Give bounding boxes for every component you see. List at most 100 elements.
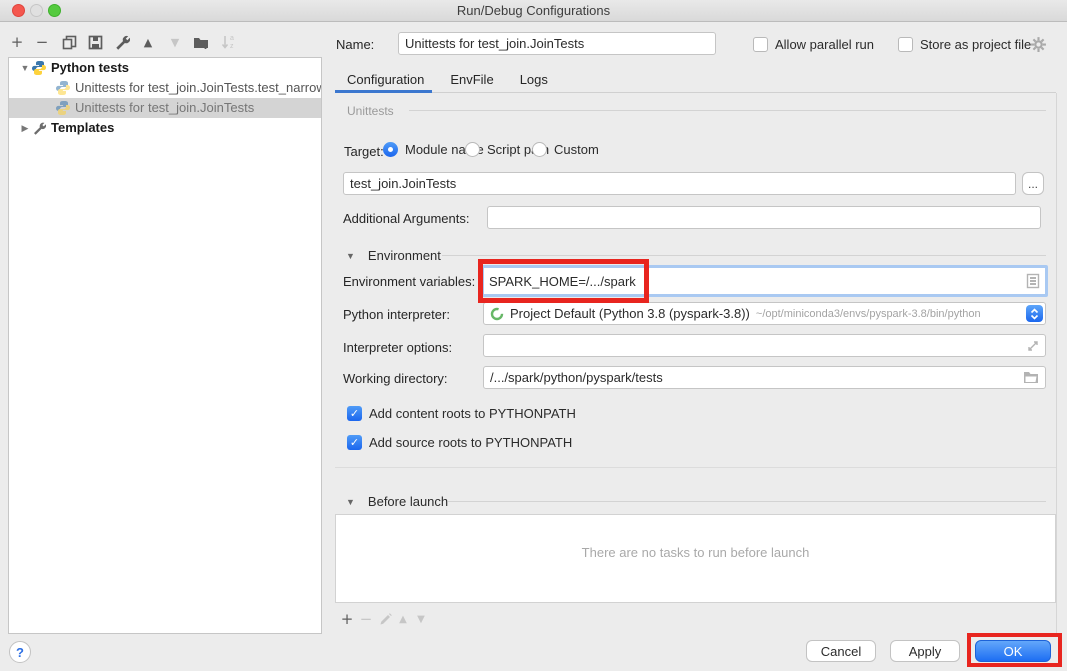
add-content-roots-checkbox[interactable]: ✓ Add content roots to PYTHONPATH bbox=[347, 406, 576, 421]
before-launch-header[interactable]: ▼ Before launch bbox=[346, 494, 448, 509]
additional-arguments-input[interactable] bbox=[487, 206, 1041, 229]
before-launch-task-list[interactable]: There are no tasks to run before launch bbox=[335, 514, 1056, 603]
working-directory-value: /.../spark/python/pyspark/tests bbox=[490, 370, 1023, 385]
environment-variables-input[interactable]: SPARK_HOME=/.../spark bbox=[481, 265, 1048, 297]
allow-parallel-run-checkbox[interactable]: Allow parallel run bbox=[753, 37, 874, 52]
minus-icon: − bbox=[360, 610, 373, 628]
store-as-project-file-checkbox[interactable]: Store as project file bbox=[898, 37, 1031, 52]
radio-icon[interactable] bbox=[383, 142, 398, 157]
browse-button[interactable]: ... bbox=[1022, 172, 1044, 195]
copy-configuration-button[interactable] bbox=[60, 33, 78, 51]
remove-configuration-button[interactable]: − bbox=[33, 33, 51, 51]
checkbox-checked-icon[interactable]: ✓ bbox=[347, 406, 362, 421]
save-icon bbox=[88, 35, 103, 50]
move-up-icon: ▲ bbox=[399, 614, 407, 625]
chevron-down-icon[interactable]: ▼ bbox=[19, 58, 31, 78]
group-divider bbox=[448, 501, 1046, 502]
tree-item-unittest-narrow[interactable]: Unittests for test_join.JoinTests.test_n… bbox=[9, 78, 321, 98]
move-up-icon: ▲ bbox=[144, 36, 152, 49]
tab-envfile[interactable]: EnvFile bbox=[438, 68, 507, 95]
before-launch-move-up-button[interactable]: ▲ bbox=[394, 610, 412, 628]
before-launch-label: Before launch bbox=[368, 494, 448, 509]
gear-icon[interactable] bbox=[1030, 36, 1047, 53]
move-down-button[interactable]: ▼ bbox=[166, 33, 184, 51]
dropdown-stepper-icon[interactable] bbox=[1026, 305, 1043, 322]
before-launch-empty-text: There are no tasks to run before launch bbox=[336, 545, 1055, 560]
before-launch-remove-button[interactable]: − bbox=[357, 610, 375, 628]
wrench-icon bbox=[31, 120, 47, 136]
tree-item-label: Templates bbox=[51, 118, 114, 138]
working-directory-label: Working directory: bbox=[343, 371, 448, 386]
before-launch-edit-button[interactable] bbox=[376, 610, 394, 628]
python-interpreter-label: Python interpreter: bbox=[343, 307, 450, 322]
interpreter-options-input[interactable] bbox=[483, 334, 1046, 357]
move-down-icon: ▼ bbox=[171, 36, 179, 49]
ok-button[interactable]: OK bbox=[975, 640, 1051, 662]
plus-icon: + bbox=[11, 33, 24, 51]
minus-icon: − bbox=[36, 33, 49, 51]
tree-item-unittest-jointests[interactable]: Unittests for test_join.JoinTests bbox=[9, 98, 321, 118]
apply-label: Apply bbox=[909, 644, 942, 659]
radio-icon[interactable] bbox=[465, 142, 480, 157]
python-icon bbox=[55, 80, 71, 96]
before-launch-add-button[interactable]: + bbox=[338, 610, 356, 628]
tree-item-templates[interactable]: ▶ Templates bbox=[9, 118, 321, 138]
radio-custom[interactable]: Custom bbox=[532, 142, 599, 157]
svg-text:z: z bbox=[230, 43, 234, 50]
save-configuration-button[interactable] bbox=[86, 33, 104, 51]
before-launch-move-down-button[interactable]: ▼ bbox=[412, 610, 430, 628]
target-input[interactable]: test_join.JoinTests bbox=[343, 172, 1016, 195]
edit-variables-icon[interactable] bbox=[1026, 273, 1040, 289]
wrench-icon bbox=[114, 34, 130, 50]
environment-variables-label: Environment variables: bbox=[343, 274, 475, 289]
ellipsis-icon: ... bbox=[1028, 177, 1038, 191]
name-label: Name: bbox=[336, 37, 374, 52]
conda-env-icon bbox=[490, 307, 504, 321]
interpreter-options-label: Interpreter options: bbox=[343, 340, 452, 355]
plus-icon: + bbox=[341, 610, 354, 628]
add-content-roots-label: Add content roots to PYTHONPATH bbox=[369, 406, 576, 421]
target-value: test_join.JoinTests bbox=[350, 176, 456, 191]
unittests-group-title: Unittests bbox=[347, 104, 394, 118]
python-icon bbox=[31, 60, 47, 76]
copy-icon bbox=[62, 35, 77, 50]
checkbox-icon[interactable] bbox=[753, 37, 768, 52]
run-debug-configurations-dialog: Run/Debug Configurations + − ▲ ▼ az ▼ Py… bbox=[0, 0, 1067, 671]
tabs-divider bbox=[335, 92, 1056, 93]
radio-custom-label: Custom bbox=[554, 142, 599, 157]
working-directory-input[interactable]: /.../spark/python/pyspark/tests bbox=[483, 366, 1046, 389]
tree-item-label: Unittests for test_join.JoinTests.test_n… bbox=[75, 78, 321, 98]
environment-group-header[interactable]: ▼ Environment bbox=[346, 248, 441, 263]
new-folder-button[interactable] bbox=[192, 33, 210, 51]
python-interpreter-select[interactable]: Project Default (Python 3.8 (pyspark-3.8… bbox=[483, 302, 1046, 325]
python-interpreter-value: Project Default (Python 3.8 (pyspark-3.8… bbox=[510, 306, 750, 321]
add-configuration-button[interactable]: + bbox=[8, 33, 26, 51]
expand-field-icon[interactable] bbox=[1027, 340, 1039, 352]
move-up-button[interactable]: ▲ bbox=[139, 33, 157, 51]
add-source-roots-checkbox[interactable]: ✓ Add source roots to PYTHONPATH bbox=[347, 435, 572, 450]
apply-button[interactable]: Apply bbox=[890, 640, 960, 662]
active-tab-indicator bbox=[335, 90, 432, 93]
cancel-button[interactable]: Cancel bbox=[806, 640, 876, 662]
tree-item-python-tests[interactable]: ▼ Python tests bbox=[9, 58, 321, 78]
help-button[interactable]: ? bbox=[9, 641, 31, 663]
additional-arguments-label: Additional Arguments: bbox=[343, 211, 469, 226]
folder-icon[interactable] bbox=[1023, 371, 1039, 384]
chevron-down-icon[interactable]: ▼ bbox=[346, 251, 355, 261]
group-divider bbox=[409, 110, 1046, 111]
sort-configurations-button[interactable]: az bbox=[220, 33, 238, 51]
name-input[interactable]: Unittests for test_join.JoinTests bbox=[398, 32, 716, 55]
tab-logs[interactable]: Logs bbox=[508, 68, 562, 95]
edit-templates-button[interactable] bbox=[113, 33, 131, 51]
environment-variables-value: SPARK_HOME=/.../spark bbox=[489, 274, 1026, 289]
chevron-right-icon[interactable]: ▶ bbox=[19, 118, 31, 138]
environment-header-label: Environment bbox=[368, 248, 441, 263]
panel-right-border bbox=[1056, 93, 1057, 634]
radio-icon[interactable] bbox=[532, 142, 547, 157]
chevron-down-icon[interactable]: ▼ bbox=[346, 497, 355, 507]
checkbox-checked-icon[interactable]: ✓ bbox=[347, 435, 362, 450]
checkbox-icon[interactable] bbox=[898, 37, 913, 52]
svg-text:a: a bbox=[230, 35, 234, 42]
window-title: Run/Debug Configurations bbox=[0, 3, 1067, 18]
sort-az-icon: az bbox=[221, 34, 237, 50]
